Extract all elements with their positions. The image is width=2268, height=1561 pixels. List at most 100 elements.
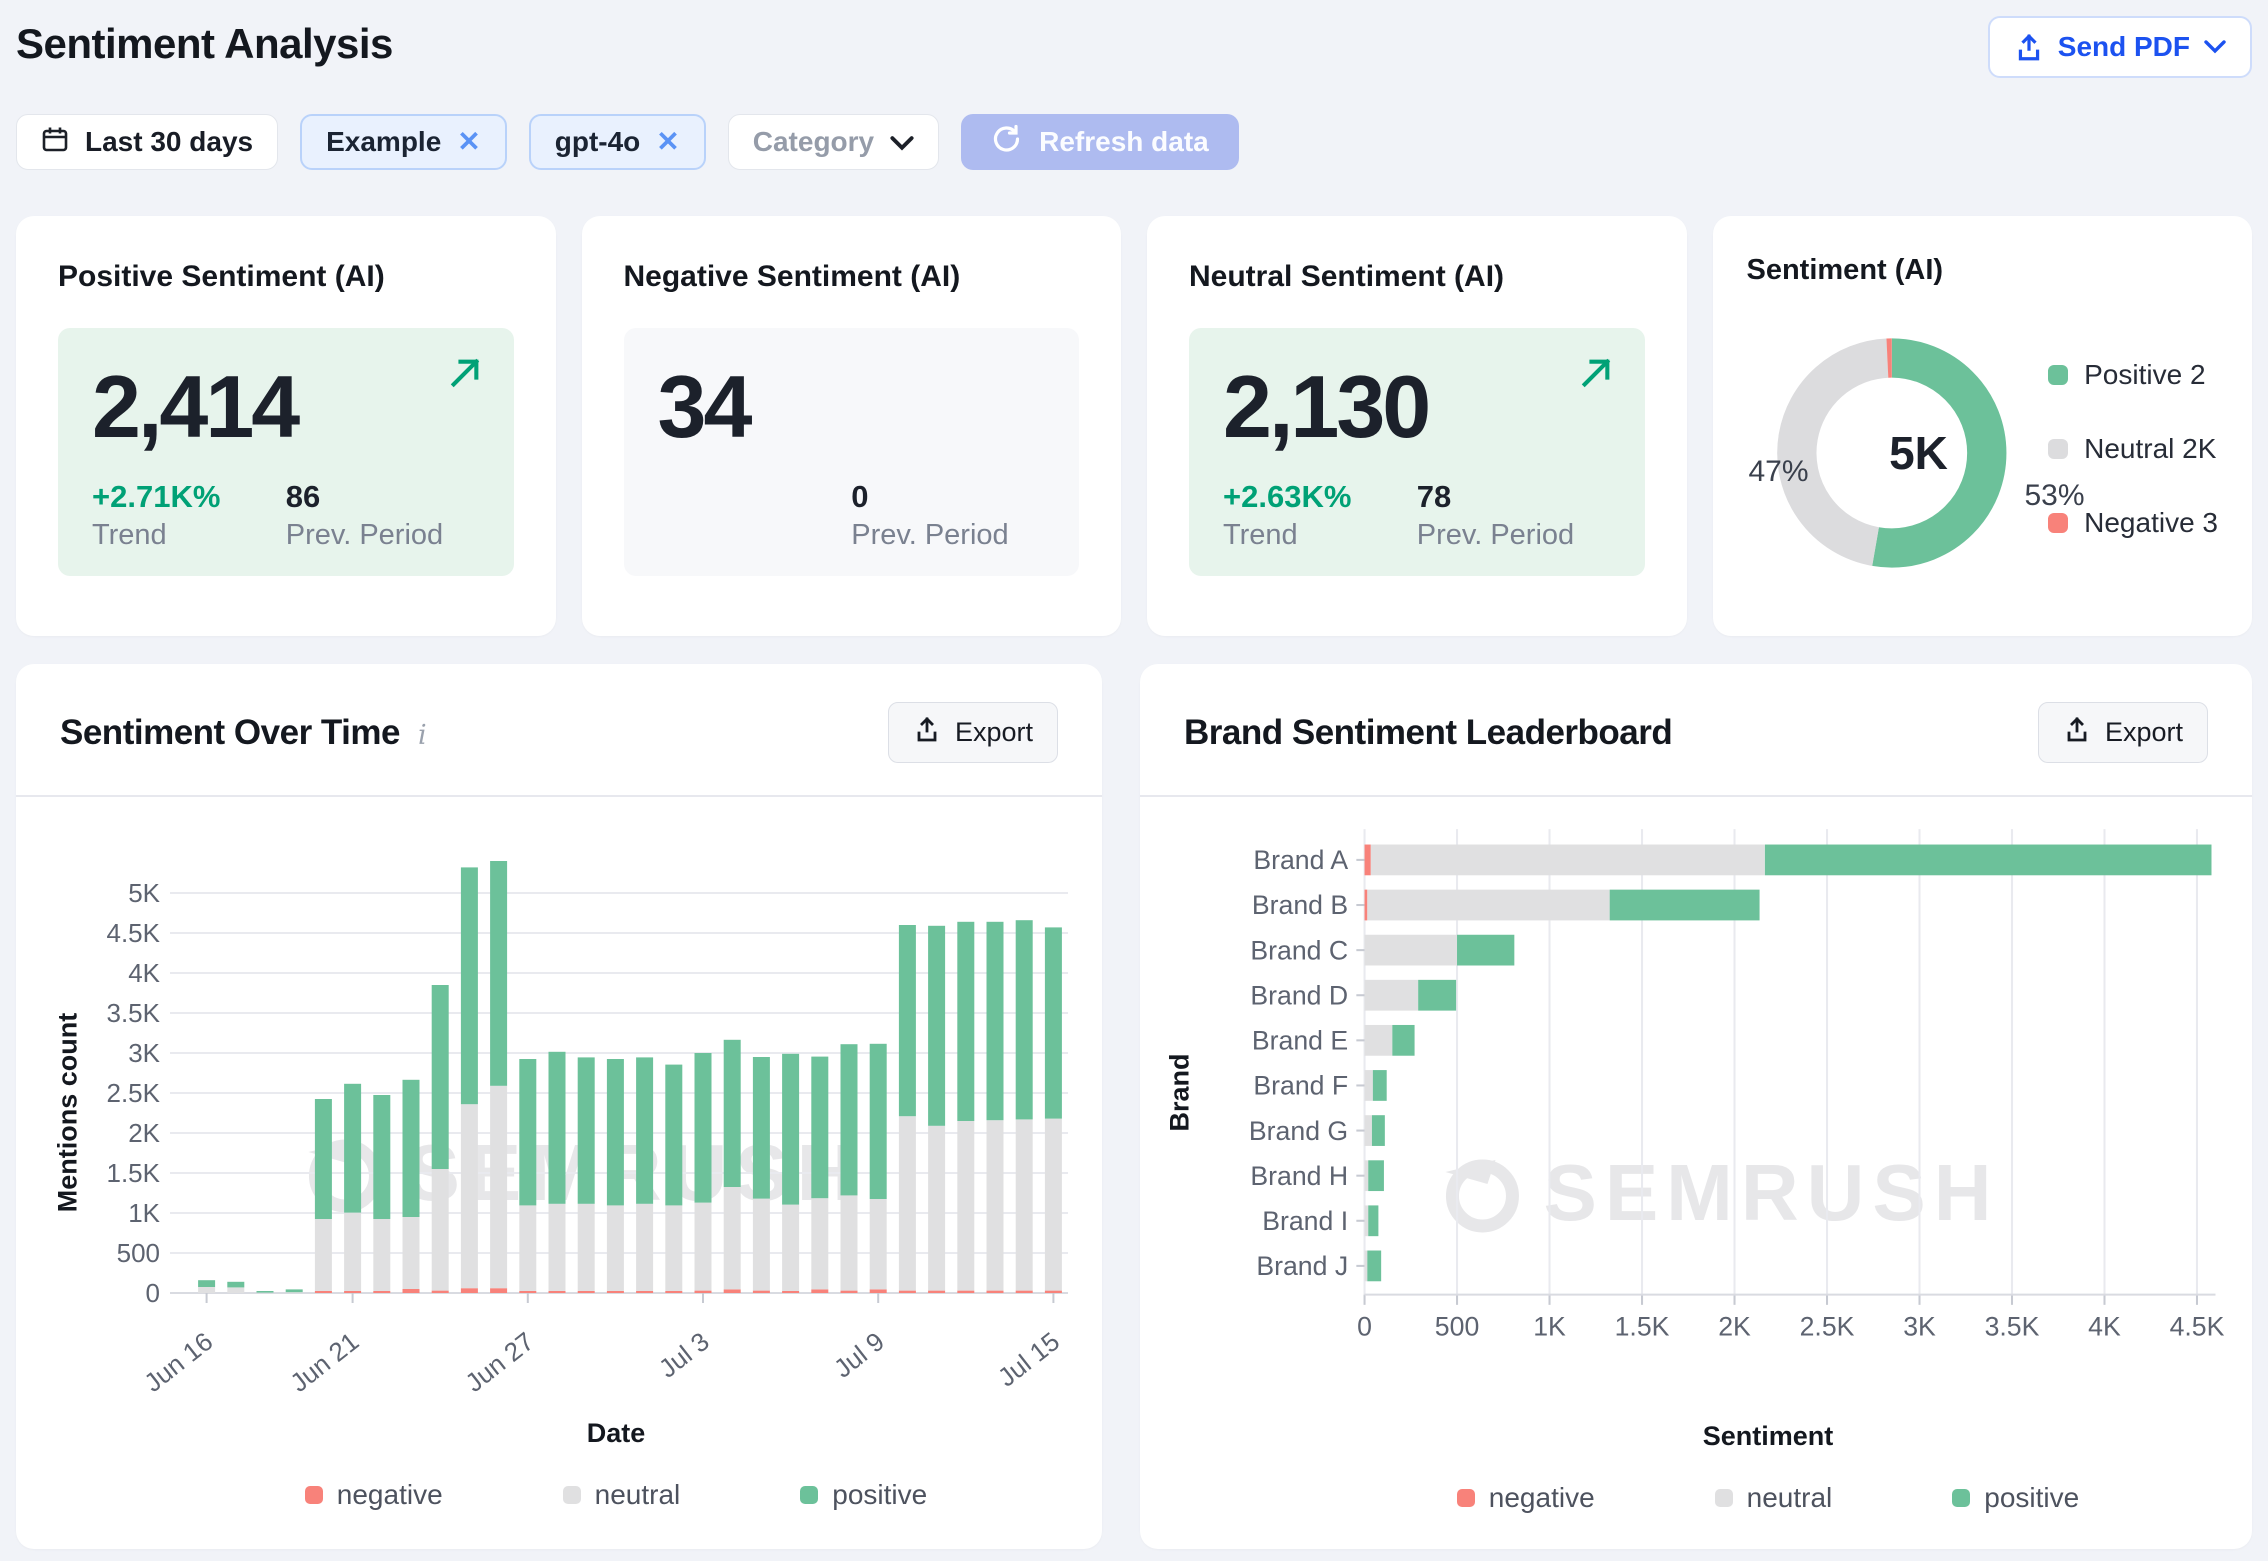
bar-segment[interactable] [432, 985, 449, 1169]
bar-segment[interactable] [286, 1292, 303, 1293]
bar-segment[interactable] [1368, 1160, 1384, 1191]
bar-segment[interactable] [490, 1086, 507, 1288]
bar-segment[interactable] [811, 1289, 828, 1293]
bar-segment[interactable] [753, 1057, 770, 1199]
bar-segment[interactable] [315, 1219, 332, 1291]
bar-segment[interactable] [607, 1059, 624, 1205]
bar-segment[interactable] [870, 1289, 887, 1293]
bar-segment[interactable] [636, 1057, 653, 1203]
bar-segment[interactable] [724, 1289, 741, 1293]
donut-svg[interactable] [1769, 303, 2015, 603]
bar-segment[interactable] [578, 1204, 595, 1291]
bar-segment[interactable] [1016, 1119, 1033, 1290]
bar-segment[interactable] [198, 1287, 215, 1293]
bar-segment[interactable] [1365, 980, 1419, 1011]
bar-segment[interactable] [782, 1205, 799, 1291]
bar-segment[interactable] [1372, 1115, 1385, 1146]
bar-segment[interactable] [1765, 845, 2212, 876]
bar-segment[interactable] [1045, 1291, 1062, 1293]
bar-segment[interactable] [928, 1126, 945, 1291]
bar-segment[interactable] [1373, 1070, 1387, 1101]
bar-segment[interactable] [987, 1120, 1004, 1290]
bar-segment[interactable] [928, 1291, 945, 1293]
bar-segment[interactable] [549, 1204, 566, 1291]
sentiment-over-time-chart[interactable]: 05001K1.5K2K2.5K3K3.5K4K4.5K5KJun 16Jun … [86, 823, 1086, 1408]
bar-segment[interactable] [665, 1291, 682, 1293]
bar-segment[interactable] [227, 1287, 244, 1293]
bar-segment[interactable] [841, 1291, 858, 1293]
bar-segment[interactable] [1365, 1205, 1369, 1236]
bar-segment[interactable] [1365, 845, 1371, 876]
bar-segment[interactable] [607, 1205, 624, 1291]
bar-segment[interactable] [899, 925, 916, 1116]
bar-segment[interactable] [344, 1291, 361, 1293]
brand-leaderboard-chart[interactable]: 05001K1.5K2K2.5K3K3.5K4K4.5KBrand ABrand… [1180, 823, 2236, 1397]
export-button[interactable]: Export [888, 702, 1058, 763]
bar-segment[interactable] [578, 1057, 595, 1203]
bar-segment[interactable] [695, 1291, 712, 1293]
bar-segment[interactable] [1045, 927, 1062, 1118]
bar-segment[interactable] [490, 1288, 507, 1293]
bar-segment[interactable] [870, 1199, 887, 1289]
bar-segment[interactable] [1016, 1291, 1033, 1293]
bar-segment[interactable] [1365, 1160, 1369, 1191]
info-icon[interactable]: i [418, 720, 427, 751]
bar-segment[interactable] [461, 1288, 478, 1293]
bar-segment[interactable] [403, 1217, 420, 1289]
bar-segment[interactable] [957, 1291, 974, 1293]
bar-segment[interactable] [636, 1204, 653, 1291]
bar-segment[interactable] [1016, 920, 1033, 1119]
bar-segment[interactable] [490, 861, 507, 1086]
bar-segment[interactable] [198, 1280, 215, 1287]
bar-segment[interactable] [987, 922, 1004, 1120]
bar-segment[interactable] [286, 1289, 303, 1292]
bar-segment[interactable] [1365, 935, 1457, 966]
bar-segment[interactable] [695, 1203, 712, 1291]
bar-segment[interactable] [1365, 1115, 1372, 1146]
bar-segment[interactable] [461, 1104, 478, 1288]
bar-segment[interactable] [1365, 1251, 1368, 1282]
bar-segment[interactable] [403, 1080, 420, 1217]
bar-segment[interactable] [957, 1121, 974, 1291]
date-range-picker[interactable]: Last 30 days [16, 114, 278, 170]
bar-segment[interactable] [928, 926, 945, 1126]
bar-segment[interactable] [344, 1084, 361, 1213]
bar-segment[interactable] [432, 1291, 449, 1293]
bar-segment[interactable] [1365, 890, 1368, 921]
bar-segment[interactable] [1371, 845, 1765, 876]
bar-segment[interactable] [782, 1054, 799, 1205]
bar-segment[interactable] [1367, 890, 1609, 921]
bar-segment[interactable] [753, 1199, 770, 1291]
bar-segment[interactable] [724, 1040, 741, 1187]
bar-segment[interactable] [1368, 1205, 1378, 1236]
bar-segment[interactable] [519, 1059, 536, 1205]
bar-segment[interactable] [578, 1291, 595, 1293]
bar-segment[interactable] [724, 1187, 741, 1289]
bar-segment[interactable] [373, 1291, 390, 1293]
close-icon[interactable]: ✕ [656, 128, 679, 156]
bar-segment[interactable] [870, 1044, 887, 1199]
bar-segment[interactable] [899, 1291, 916, 1293]
bar-segment[interactable] [841, 1195, 858, 1290]
bar-segment[interactable] [549, 1052, 566, 1204]
bar-segment[interactable] [257, 1291, 274, 1293]
filter-chip-gpt-4o[interactable]: gpt-4o ✕ [529, 114, 706, 170]
category-dropdown[interactable]: Category [728, 114, 939, 170]
bar-segment[interactable] [1045, 1119, 1062, 1291]
bar-segment[interactable] [1367, 1251, 1381, 1282]
bar-segment[interactable] [1457, 935, 1514, 966]
bar-segment[interactable] [519, 1291, 536, 1293]
filter-chip-example[interactable]: Example ✕ [300, 114, 507, 170]
bar-segment[interactable] [811, 1057, 828, 1199]
bar-segment[interactable] [695, 1053, 712, 1203]
bar-segment[interactable] [665, 1205, 682, 1291]
bar-segment[interactable] [461, 867, 478, 1104]
bar-segment[interactable] [607, 1291, 624, 1293]
bar-segment[interactable] [403, 1289, 420, 1293]
bar-segment[interactable] [1610, 890, 1760, 921]
bar-segment[interactable] [1392, 1025, 1414, 1056]
send-pdf-button[interactable]: Send PDF [1988, 16, 2252, 78]
bar-segment[interactable] [344, 1213, 361, 1291]
bar-segment[interactable] [1418, 980, 1456, 1011]
bar-segment[interactable] [841, 1044, 858, 1195]
